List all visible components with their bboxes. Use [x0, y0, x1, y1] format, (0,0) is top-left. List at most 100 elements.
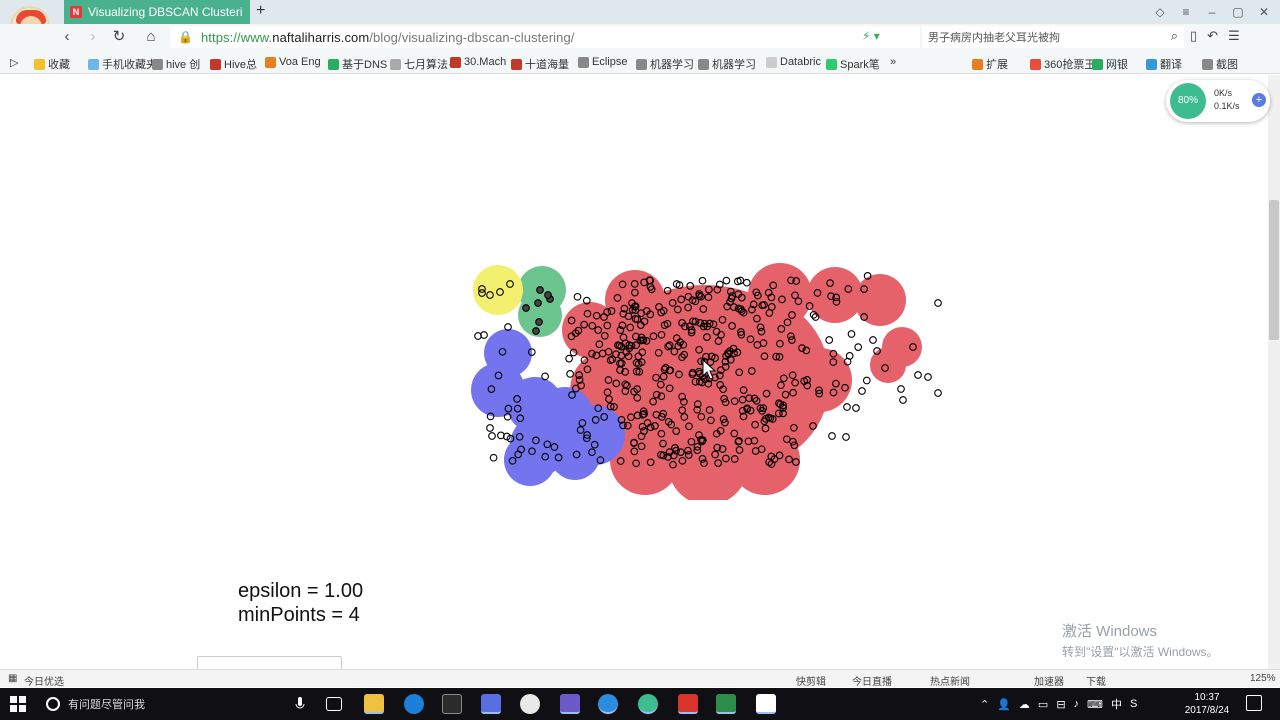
browser-status-bar: ▦ 今日优选 快剪辑 今日直播 热点新闻 加速器 下载 125% — [0, 669, 1280, 688]
network-speed-widget[interactable]: 80% 0K/s 0.1K/s + — [1166, 80, 1270, 122]
store-icon[interactable] — [442, 694, 462, 714]
tab-favicon: N — [70, 6, 82, 18]
status-item-live[interactable]: 今日直播 — [852, 673, 892, 688]
tray-app-icon[interactable]: S — [1130, 698, 1137, 710]
home-icon[interactable]: ⌂ — [142, 28, 160, 46]
dbscan-canvas[interactable] — [460, 255, 960, 500]
task-view-icon[interactable] — [326, 697, 342, 711]
chrome-icon[interactable] — [520, 694, 540, 714]
forward-icon[interactable]: › — [84, 28, 102, 46]
search-input[interactable]: 男子病房内抽老父耳光被拘 ⌕ — [922, 26, 1184, 48]
data-point-blue — [566, 370, 574, 378]
data-point-noise — [852, 404, 860, 412]
bookmark-item[interactable]: 手机收藏夹 — [88, 56, 157, 72]
restart-button[interactable] — [197, 656, 342, 670]
bookmark-item[interactable]: 七月算法· — [390, 56, 452, 72]
app-window-icon[interactable] — [756, 694, 776, 714]
clock-date: 2017/8/24 — [1184, 705, 1230, 716]
scrollbar-thumb[interactable] — [1269, 200, 1279, 340]
bookmark-right-item[interactable]: 翻译 — [1146, 56, 1182, 72]
tray-chevron-icon[interactable]: ⌃ — [980, 698, 989, 711]
status-today-picks[interactable]: 今日优选 — [24, 673, 64, 688]
bookmark-item[interactable]: Databric — [766, 56, 821, 68]
cluster-region-red — [870, 347, 906, 383]
microphone-icon[interactable] — [290, 694, 310, 714]
tray-ime[interactable]: 中 — [1111, 696, 1122, 712]
bookmark-right-item[interactable]: 360抢票王 — [1030, 56, 1095, 72]
tray-volume-icon[interactable]: ♪ — [1074, 698, 1080, 710]
data-point-blue — [541, 372, 549, 381]
reload-icon[interactable]: ↻ — [110, 28, 128, 46]
data-point-red — [862, 376, 871, 385]
new-tab-button[interactable]: + — [256, 2, 270, 20]
maximize-icon[interactable]: ▢ — [1230, 4, 1246, 20]
file-explorer-icon[interactable] — [364, 694, 384, 714]
tray-cloud-icon[interactable]: ☁ — [1019, 698, 1030, 711]
upload-rate: 0K/s — [1214, 88, 1233, 98]
accelerate-icon[interactable]: ⚡ ▾ — [862, 29, 880, 43]
360-browser-icon[interactable] — [638, 694, 658, 714]
tray-keyboard-icon[interactable]: ⌨ — [1087, 698, 1103, 711]
scrollbar[interactable] — [1268, 75, 1280, 669]
bookmark-item[interactable]: 基于DNS — [328, 56, 387, 72]
sidebar-toggle-icon[interactable]: ▷ — [10, 56, 18, 69]
bookmark-item[interactable]: 30.Mach — [450, 56, 506, 68]
bookmark-right-item[interactable]: 截图 — [1202, 56, 1238, 72]
status-item-accelerator[interactable]: 加速器 — [1034, 673, 1064, 688]
status-item-clip[interactable]: 快剪辑 — [796, 673, 826, 688]
data-point-noise — [934, 299, 942, 307]
menu-icon[interactable]: ≡ — [1178, 4, 1194, 20]
bookmark-icon — [88, 58, 99, 70]
phone-icon[interactable]: ▯ — [1190, 28, 1197, 44]
plus-icon[interactable]: + — [1252, 93, 1266, 107]
bookmark-item[interactable]: Voa Eng — [265, 56, 321, 68]
edge-icon[interactable] — [404, 694, 424, 714]
bookmark-icon — [390, 58, 401, 70]
bookmark-item[interactable]: Eclipse — [578, 56, 627, 68]
notification-icon[interactable] — [1246, 695, 1262, 711]
taskbar-clock[interactable]: 10:37 2017/8/24 — [1180, 691, 1234, 717]
skin-icon[interactable]: ◇ — [1152, 4, 1168, 20]
minimize-icon[interactable]: – — [1204, 4, 1220, 20]
address-bar[interactable]: 🔒 https://www.naftaliharris.com/blog/vis… — [170, 26, 920, 48]
bookmark-item[interactable]: 机器学习 — [698, 56, 756, 72]
status-item-news[interactable]: 热点新闻 — [930, 673, 970, 688]
ie-icon[interactable] — [598, 694, 618, 714]
data-point-noise — [486, 424, 494, 432]
cortana-search-text: 有问题尽管问我 — [68, 699, 145, 711]
status-item-download[interactable]: 下载 — [1086, 673, 1106, 688]
tray-battery-icon[interactable]: ▭ — [1038, 698, 1048, 711]
bookmarks-bar: 收藏 手机收藏夹 hive 创 Hive总 Voa Eng 基于DNS 七月算法· 30.Ma… — [0, 50, 1280, 74]
bookmark-icon — [152, 58, 163, 70]
bookmark-item[interactable]: Hive总 — [210, 56, 257, 72]
tab-dbscan[interactable]: N Visualizing DBSCAN Clusteri — [64, 0, 250, 24]
bookmark-item[interactable]: » — [890, 56, 896, 68]
data-point-green — [522, 304, 530, 312]
bookmark-right-item[interactable]: 网银 — [1092, 56, 1128, 72]
bookmark-item[interactable]: 十道海量 — [511, 56, 569, 72]
bookmark-icon — [698, 58, 709, 70]
search-icon[interactable]: ⌕ — [1171, 28, 1178, 44]
bookmark-item[interactable]: Spark笔 — [826, 56, 880, 72]
bookmark-item[interactable]: 机器学习 — [636, 56, 694, 72]
app-green-icon[interactable] — [716, 694, 736, 714]
back-icon[interactable]: ‹ — [58, 28, 76, 46]
cortana-search[interactable]: 有问题尽管问我 — [40, 688, 280, 720]
bookmark-icon — [766, 56, 777, 68]
tray-person-icon[interactable]: 👤 — [997, 698, 1011, 711]
vs-icon[interactable] — [560, 694, 580, 714]
menu-icon[interactable]: ☰ — [1228, 28, 1240, 44]
bookmark-item[interactable]: hive 创 — [152, 56, 200, 72]
data-point-green — [544, 291, 552, 299]
status-grid-icon[interactable]: ▦ — [8, 673, 17, 684]
qq-icon[interactable] — [481, 694, 501, 714]
bookmark-right-item[interactable]: 扩展 — [972, 56, 1008, 72]
zoom-level[interactable]: 125% — [1250, 673, 1276, 684]
close-icon[interactable]: ✕ — [1256, 4, 1272, 20]
undo-icon[interactable]: ↶ — [1207, 28, 1218, 44]
tray-network-icon[interactable]: ⊟ — [1056, 698, 1065, 711]
windows-start-icon[interactable] — [10, 696, 26, 712]
watermark-title: 激活 Windows — [1062, 623, 1158, 640]
app-red-icon[interactable] — [678, 694, 698, 714]
bookmark-item[interactable]: 收藏 — [34, 56, 70, 72]
